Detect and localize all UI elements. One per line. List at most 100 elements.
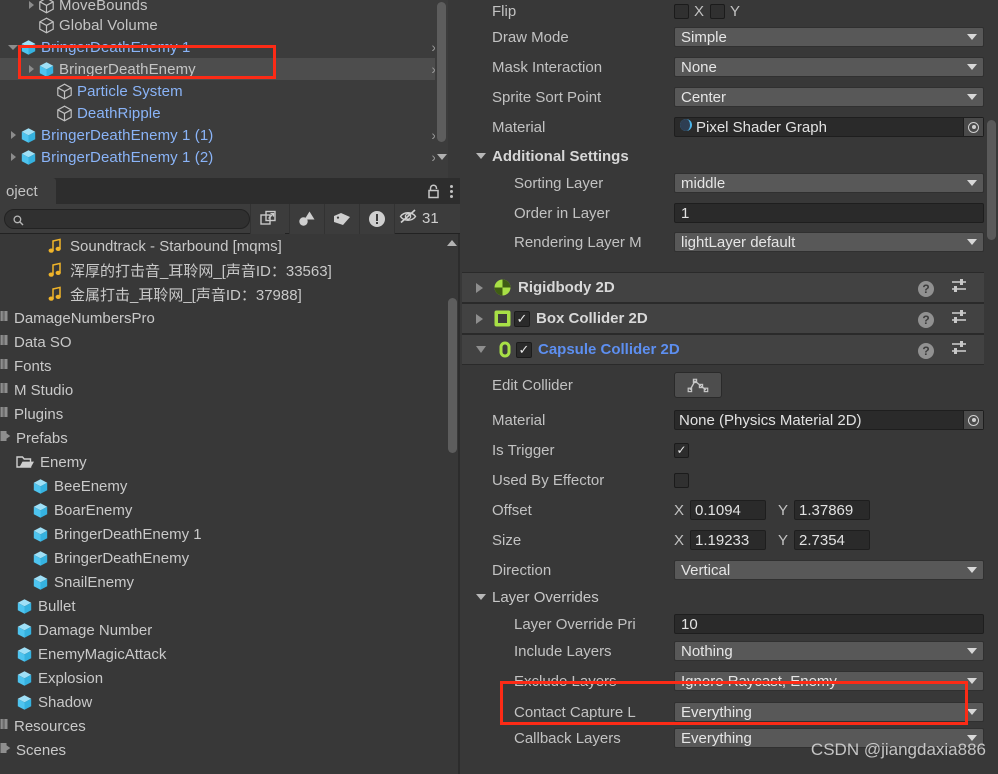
tab-project[interactable]: oject — [0, 178, 56, 204]
exclude-layers-dropdown[interactable]: Ignore Raycast, Enemy — [674, 671, 984, 691]
sorting-layer-label: Sorting Layer — [514, 174, 604, 192]
hierarchy-row[interactable]: BringerDeathEnemy 1 › — [0, 36, 460, 58]
capsulecollider2d-enabled-checkbox[interactable]: ✓ — [516, 341, 532, 358]
filter-by-label-button[interactable] — [324, 203, 359, 234]
project-menu-icon[interactable] — [450, 183, 454, 199]
hidden-items-indicator[interactable]: 31 — [394, 203, 445, 234]
project-row[interactable]: Explosion — [0, 666, 460, 690]
component-header-rigidbody2d[interactable]: Rigidbody 2D ? — [462, 272, 998, 303]
boxcollider2d-enabled-checkbox[interactable]: ✓ — [514, 310, 530, 327]
hierarchy-row[interactable]: BringerDeathEnemy 1 (2) › — [0, 146, 460, 168]
project-row[interactable]: DamageNumbersPro — [0, 306, 460, 330]
inspector-scrollbar[interactable] — [984, 0, 998, 774]
size-x-input[interactable]: 1.19233 — [690, 530, 766, 550]
direction-dropdown[interactable]: Vertical — [674, 560, 984, 580]
chevron-right-icon[interactable] — [476, 313, 483, 324]
component-header-boxcollider2d[interactable]: ✓ Box Collider 2D ? — [462, 303, 998, 334]
hierarchy-row[interactable]: Particle System — [0, 80, 460, 102]
project-asset-tree[interactable]: Soundtrack - Starbound [mqms] 浑厚的打击音_耳聆网_… — [0, 234, 460, 774]
rendering-layer-dropdown[interactable]: lightLayer default — [674, 232, 984, 252]
preset-icon[interactable] — [950, 309, 968, 330]
project-row[interactable]: Soundtrack - Starbound [mqms] — [0, 234, 460, 258]
hierarchy-row[interactable]: Global Volume — [0, 14, 460, 36]
project-row[interactable]: Shadow — [0, 690, 460, 714]
project-row[interactable]: Bullet — [0, 594, 460, 618]
edit-collider-button[interactable] — [674, 372, 722, 398]
used-by-effector-checkbox[interactable]: ✓ — [674, 472, 689, 488]
sorting-layer-dropdown[interactable]: middle — [674, 173, 984, 193]
order-in-layer-input[interactable]: 1 — [674, 203, 984, 223]
sprite-material-objectfield[interactable]: Pixel Shader Graph — [674, 117, 984, 137]
expand-arrow-icon[interactable] — [24, 58, 38, 80]
prefab-cube-icon — [32, 526, 49, 543]
project-row[interactable]: Scenes — [0, 738, 460, 762]
project-scrollbar-thumb[interactable] — [448, 298, 457, 453]
flip-x-checkbox[interactable]: ✓ — [674, 3, 689, 19]
hierarchy-row[interactable]: BringerDeathEnemy › — [0, 58, 460, 80]
flip-y-checkbox[interactable]: ✓ — [710, 3, 726, 19]
preset-icon[interactable] — [950, 340, 968, 361]
hierarchy-scrollbar-thumb[interactable] — [437, 2, 446, 142]
include-layers-dropdown[interactable]: Nothing — [674, 641, 984, 661]
offset-x-input[interactable]: 0.1094 — [690, 500, 766, 520]
is-trigger-checkbox[interactable]: ✓ — [674, 442, 689, 458]
filter-by-type-button[interactable] — [289, 203, 324, 234]
project-panel: oject 31 Soundtrack - Starbound [mqms] 浑… — [0, 178, 460, 774]
preset-icon[interactable] — [950, 278, 968, 299]
project-row[interactable]: Plugins — [0, 402, 460, 426]
draw-mode-dropdown[interactable]: Simple — [674, 27, 984, 47]
project-row[interactable]: 金属打击_耳聆网_[声音ID：37988] — [0, 282, 460, 306]
expand-arrow-icon[interactable] — [6, 146, 20, 168]
project-row[interactable]: BringerDeathEnemy — [0, 546, 460, 570]
size-y-input[interactable]: 2.7354 — [794, 530, 870, 550]
hierarchy-panel[interactable]: MoveBounds Global Volume BringerDeathEnemy… — [0, 0, 460, 178]
section-layer-overrides[interactable]: Layer Overrides — [462, 585, 998, 609]
project-row[interactable]: 浑厚的打击音_耳聆网_[声音ID：33563] — [0, 258, 460, 282]
project-row[interactable]: Fonts — [0, 354, 460, 378]
search-expand-button[interactable] — [250, 203, 285, 234]
project-scroll-up-icon[interactable] — [445, 237, 458, 249]
project-row[interactable]: Prefabs — [0, 426, 460, 450]
hierarchy-row[interactable]: BringerDeathEnemy 1 (1) › — [0, 124, 460, 146]
section-additional-settings[interactable]: Additional Settings — [462, 144, 998, 168]
component-header-capsulecollider2d[interactable]: ✓ Capsule Collider 2D ? — [462, 334, 998, 365]
help-icon[interactable]: ? — [918, 342, 934, 359]
help-icon[interactable]: ? — [918, 311, 934, 328]
sprite-sort-point-dropdown[interactable]: Center — [674, 87, 984, 107]
hierarchy-scroll-down-icon[interactable] — [435, 150, 448, 164]
project-row[interactable]: BoarEnemy — [0, 498, 460, 522]
filter-errors-button[interactable] — [359, 203, 394, 234]
project-row[interactable]: Resources — [0, 714, 460, 738]
project-row[interactable]: M Studio — [0, 378, 460, 402]
collapse-arrow-icon[interactable] — [6, 36, 20, 58]
offset-y-input[interactable]: 1.37869 — [794, 500, 870, 520]
contact-capture-dropdown[interactable]: Everything — [674, 702, 984, 722]
collider-material-objectfield[interactable]: None (Physics Material 2D) — [674, 410, 984, 430]
project-row[interactable]: BringerDeathEnemy 1 — [0, 522, 460, 546]
chevron-down-icon — [967, 239, 977, 245]
offset-x-axis-label: X — [674, 501, 685, 519]
project-row[interactable]: Enemy — [0, 450, 460, 474]
hierarchy-row[interactable]: MoveBounds — [0, 0, 460, 14]
expand-arrow-icon[interactable] — [6, 124, 20, 146]
hierarchy-scrollbar[interactable] — [435, 0, 448, 163]
lock-icon[interactable] — [427, 184, 440, 199]
layer-override-priority-input[interactable]: 10 — [674, 614, 984, 634]
project-row[interactable]: SnailEnemy — [0, 570, 460, 594]
hierarchy-row[interactable]: DeathRipple — [0, 102, 460, 124]
inspector-scrollbar-thumb[interactable] — [987, 120, 996, 240]
mask-interaction-dropdown[interactable]: None — [674, 57, 984, 77]
hierarchy-row-list: MoveBounds Global Volume BringerDeathEnemy… — [0, 0, 460, 168]
search-input[interactable] — [24, 211, 249, 226]
rigidbody2d-header-actions: ? — [918, 273, 988, 304]
help-icon[interactable]: ? — [918, 280, 934, 297]
chevron-right-icon[interactable] — [476, 282, 483, 293]
project-row[interactable]: EnemyMagicAttack — [0, 642, 460, 666]
search-box[interactable] — [4, 208, 250, 229]
project-row[interactable]: BeeEnemy — [0, 474, 460, 498]
object-picker-icon[interactable] — [963, 411, 983, 429]
object-picker-icon[interactable] — [963, 118, 983, 136]
project-row[interactable]: Data SO — [0, 330, 460, 354]
chevron-down-icon[interactable] — [476, 346, 486, 353]
project-row[interactable]: Damage Number — [0, 618, 460, 642]
